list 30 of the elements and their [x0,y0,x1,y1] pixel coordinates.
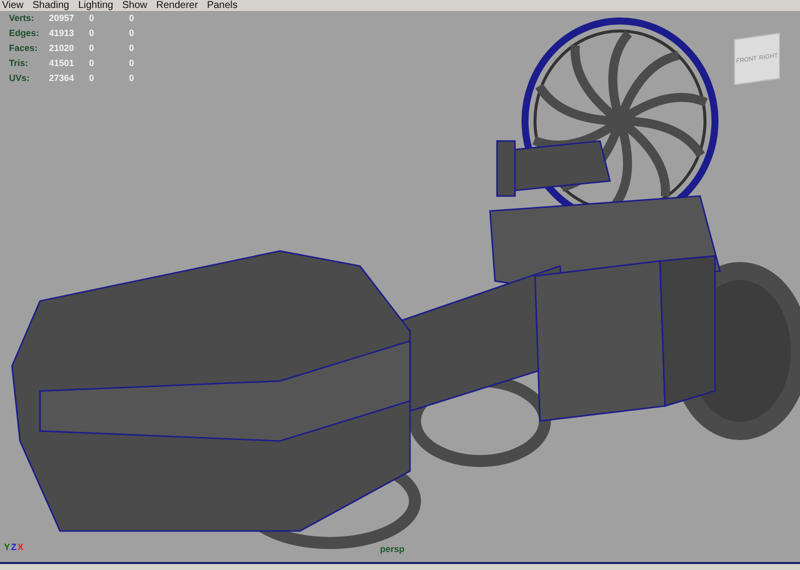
stat-value: 0 [129,58,136,68]
stat-value: 0 [89,58,96,68]
menu-item[interactable]: Show [122,0,148,11]
stat-label: Verts: [9,13,36,23]
stat-value: 0 [129,43,136,53]
axis-label: X [18,542,24,552]
menu-item[interactable]: Panels [206,0,238,11]
menu-item[interactable]: Shading [32,0,70,11]
axis-label: Y [4,542,10,552]
stat-value: 21020 [49,43,76,53]
camera-label: persp [380,544,405,554]
stat-value: 20957 [49,13,76,23]
stat-value: 0 [129,13,136,23]
menu-item[interactable]: Renderer [156,0,198,11]
stat-value: 41913 [49,28,76,38]
axis-label: Z [11,542,17,552]
stat-label: Edges: [9,28,40,38]
stat-value: 0 [129,73,136,83]
stat-value: 27364 [49,73,76,83]
menu-item[interactable]: View [2,0,24,11]
stat-label: Faces: [9,43,39,53]
stat-value: 41501 [49,58,76,68]
stat-label: Tris: [9,58,30,68]
stat-value: 0 [89,43,96,53]
stat-value: 0 [129,28,136,38]
stat-value: 0 [89,73,96,83]
stat-value: 0 [89,28,96,38]
stat-value: 0 [89,13,96,23]
menu-item[interactable]: Lighting [78,0,114,11]
stat-label: UVs: [9,73,31,83]
